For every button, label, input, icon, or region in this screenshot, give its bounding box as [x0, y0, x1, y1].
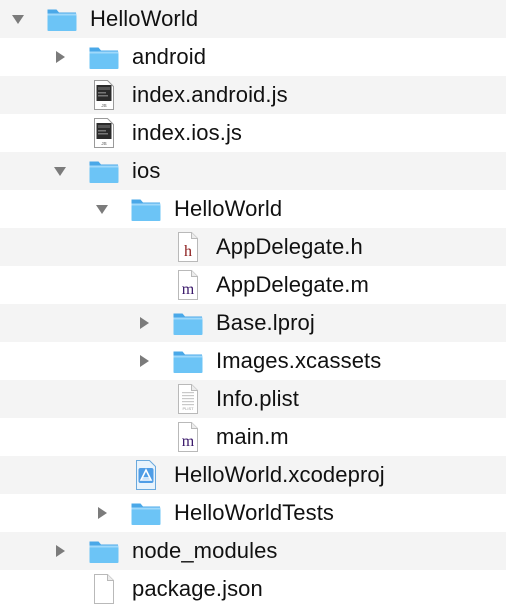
folder-icon	[172, 307, 204, 339]
tree-item-label: Base.lproj	[216, 310, 315, 335]
svg-text:JS: JS	[101, 141, 106, 146]
tree-item-label: Images.xcassets	[216, 348, 382, 373]
tree-item-label: HelloWorld	[90, 6, 199, 31]
disclosure-expanded-icon[interactable]	[94, 201, 110, 217]
disclosure-collapsed-icon[interactable]	[136, 315, 152, 331]
tree-item-label: ios	[132, 158, 161, 183]
svg-text:PLIST: PLIST	[182, 406, 194, 411]
tree-item-label: HelloWorld.xcodeproj	[174, 462, 385, 487]
tree-item-label: AppDelegate.h	[216, 234, 363, 259]
disclosure-collapsed-icon[interactable]	[136, 353, 152, 369]
javascript-file-icon: JS	[88, 117, 120, 149]
svg-text:JS: JS	[101, 103, 106, 108]
tree-item-label: main.m	[216, 424, 289, 449]
disclosure-collapsed-icon[interactable]	[52, 49, 68, 65]
folder-icon	[88, 41, 120, 73]
tree-row-base-lproj[interactable]: Base.lproj	[0, 304, 506, 342]
disclosure-expanded-icon[interactable]	[52, 163, 68, 179]
xcodeproj-icon	[130, 459, 162, 491]
file-tree: HelloWorld android JS index.android.js JS ind…	[0, 0, 506, 610]
folder-icon	[46, 3, 78, 35]
tree-row-info-plist[interactable]: PLIST Info.plist	[0, 380, 506, 418]
tree-row-android[interactable]: android	[0, 38, 506, 76]
tree-item-label: node_modules	[132, 538, 278, 563]
tree-row-index-ios-js[interactable]: JS index.ios.js	[0, 114, 506, 152]
tree-row-images-xcassets[interactable]: Images.xcassets	[0, 342, 506, 380]
tree-item-label: HelloWorld	[174, 196, 283, 221]
javascript-file-icon: JS	[88, 79, 120, 111]
folder-icon	[130, 193, 162, 225]
objc-source-file-icon: m	[172, 421, 204, 453]
svg-text:m: m	[182, 433, 195, 450]
folder-icon	[88, 535, 120, 567]
tree-item-label: package.json	[132, 576, 263, 601]
tree-row-helloworld[interactable]: HelloWorld	[0, 0, 506, 38]
disclosure-expanded-icon[interactable]	[10, 11, 26, 27]
tree-item-label: index.android.js	[132, 82, 288, 107]
disclosure-collapsed-icon[interactable]	[52, 543, 68, 559]
tree-row-index-android-js[interactable]: JS index.android.js	[0, 76, 506, 114]
tree-item-label: android	[132, 44, 207, 69]
folder-icon	[172, 345, 204, 377]
disclosure-collapsed-icon[interactable]	[94, 505, 110, 521]
tree-row-helloworldtests[interactable]: HelloWorldTests	[0, 494, 506, 532]
tree-row-main-m[interactable]: m main.m	[0, 418, 506, 456]
plist-file-icon: PLIST	[172, 383, 204, 415]
header-file-icon: h	[172, 231, 204, 263]
tree-row-ios[interactable]: ios	[0, 152, 506, 190]
tree-row-helloworld[interactable]: HelloWorld	[0, 190, 506, 228]
tree-item-label: Info.plist	[216, 386, 299, 411]
svg-text:m: m	[182, 281, 195, 298]
tree-row-package-json[interactable]: package.json	[0, 570, 506, 608]
objc-source-file-icon: m	[172, 269, 204, 301]
tree-item-label: index.ios.js	[132, 120, 243, 145]
tree-row-appdelegate-h[interactable]: h AppDelegate.h	[0, 228, 506, 266]
document-icon	[88, 573, 120, 605]
tree-row-node-modules[interactable]: node_modules	[0, 532, 506, 570]
folder-icon	[88, 155, 120, 187]
tree-item-label: HelloWorldTests	[174, 500, 335, 525]
folder-icon	[130, 497, 162, 529]
tree-row-helloworld-xcodeproj[interactable]: HelloWorld.xcodeproj	[0, 456, 506, 494]
svg-text:h: h	[184, 243, 192, 260]
tree-item-label: AppDelegate.m	[216, 272, 369, 297]
tree-row-appdelegate-m[interactable]: m AppDelegate.m	[0, 266, 506, 304]
